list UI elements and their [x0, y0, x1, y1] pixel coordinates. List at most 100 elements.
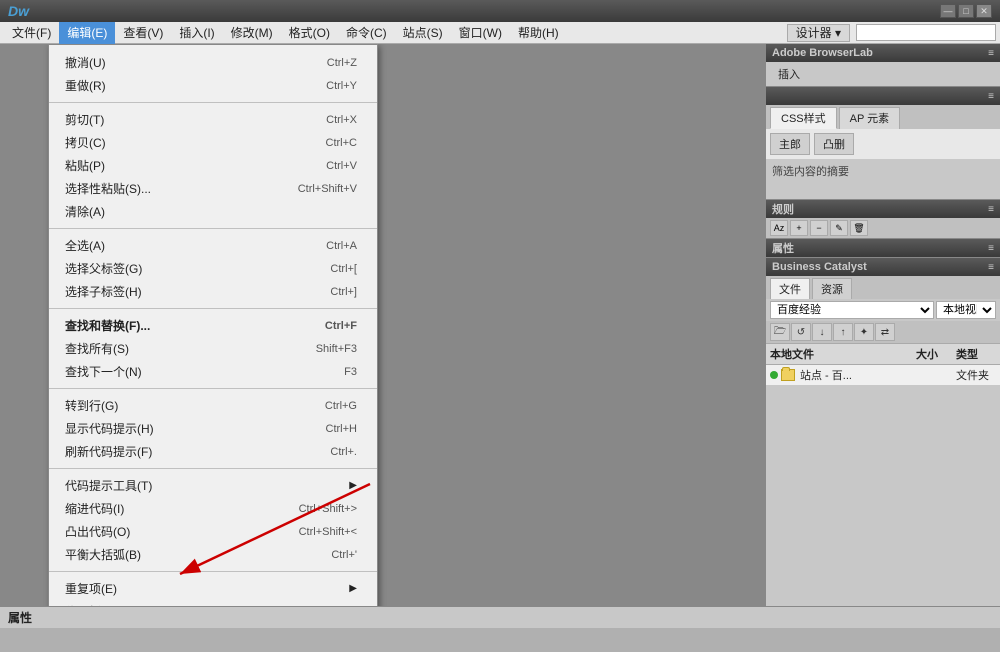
menu-insert[interactable]: 插入(I) [171, 22, 222, 44]
menu-code-hint-tools[interactable]: 代码提示工具(T) ▶ [49, 474, 377, 497]
properties-collapse[interactable]: ≡ [988, 243, 994, 254]
menu-file[interactable]: 文件(F) [4, 22, 59, 44]
css-panel-content: 主郎 凸删 [766, 129, 1000, 159]
bc-file-name: 站点 - 百... [800, 367, 916, 383]
rules-header: 规则 ≡ [766, 200, 1000, 218]
title-bar: Dw — □ ✕ [0, 0, 1000, 22]
properties-header: 属性 ≡ [766, 239, 1000, 257]
app-logo: Dw [8, 3, 29, 19]
minimize-button[interactable]: — [940, 4, 956, 18]
browser-lab-collapse[interactable]: ≡ [988, 48, 994, 59]
menu-outdent[interactable]: 凸出代码(O) Ctrl+Shift+< [49, 520, 377, 543]
properties-panel: 属性 ≡ [766, 239, 1000, 258]
menu-clear[interactable]: 清除(A) [49, 200, 377, 223]
designer-button[interactable]: 设计器 ▾ [787, 24, 850, 42]
menu-find-next[interactable]: 查找下一个(N) F3 [49, 360, 377, 383]
bc-view-select[interactable]: 本地视图 [936, 301, 996, 319]
menu-modify[interactable]: 修改(M) [223, 22, 281, 44]
rules-tool-edit[interactable]: ✎ [830, 220, 848, 236]
bc-tab-files[interactable]: 文件 [770, 278, 810, 299]
bc-tool-folder[interactable]: 🗁 [770, 323, 790, 341]
menu-find-all[interactable]: 查找所有(S) Shift+F3 [49, 337, 377, 360]
bc-col-type: 类型 [956, 346, 996, 362]
menu-undo[interactable]: 撤消(U) Ctrl+Z [49, 51, 377, 74]
css-ap-collapse[interactable]: ≡ [988, 91, 994, 102]
close-button[interactable]: ✕ [976, 4, 992, 18]
css-description: 筛选内容的摘要 [766, 159, 1000, 199]
menu-show-code-hints[interactable]: 显示代码提示(H) Ctrl+H [49, 417, 377, 440]
menu-select-all[interactable]: 全选(A) Ctrl+A [49, 234, 377, 257]
bc-file-header: 本地文件 大小 类型 [766, 344, 1000, 365]
css-btn-tushu[interactable]: 凸删 [814, 133, 854, 155]
rules-collapse[interactable]: ≡ [988, 204, 994, 215]
search-input[interactable] [856, 24, 996, 41]
bc-tool-sync[interactable]: ✦ [854, 323, 874, 341]
menu-format[interactable]: 格式(O) [281, 22, 338, 44]
menu-cut[interactable]: 剪切(T) Ctrl+X [49, 108, 377, 131]
business-catalyst-panel: Business Catalyst ≡ 文件 资源 百度经验 本地视图 🗁 ↺ … [766, 258, 1000, 606]
rules-tool-minus[interactable]: − [810, 220, 828, 236]
menu-section-3: 全选(A) Ctrl+A 选择父标签(G) Ctrl+[ 选择子标签(H) Ct… [49, 232, 377, 305]
bc-collapse[interactable]: ≡ [988, 262, 994, 273]
title-bar-left: Dw [8, 3, 29, 19]
bc-tool-expand[interactable]: ⇄ [875, 323, 895, 341]
tab-ap-elements[interactable]: AP 元素 [839, 107, 901, 129]
menu-window[interactable]: 窗口(W) [451, 22, 510, 44]
properties-title: 属性 [772, 240, 794, 256]
menu-find-replace[interactable]: 查找和替换(F)... Ctrl+F [49, 314, 377, 337]
rules-tool-az[interactable]: Az [770, 220, 788, 236]
menu-copy[interactable]: 拷贝(C) Ctrl+C [49, 131, 377, 154]
menu-section-2: 剪切(T) Ctrl+X 拷贝(C) Ctrl+C 粘贴(P) Ctrl+V 选… [49, 106, 377, 225]
tab-css-style[interactable]: CSS样式 [770, 107, 837, 129]
menu-indent[interactable]: 缩进代码(I) Ctrl+Shift+> [49, 497, 377, 520]
properties-bar: 属性 [0, 606, 1000, 628]
menu-help[interactable]: 帮助(H) [510, 22, 567, 44]
bc-toolbar: 百度经验 本地视图 [766, 299, 1000, 321]
menu-command[interactable]: 命令(C) [338, 22, 395, 44]
edit-dropdown-menu: 撤消(U) Ctrl+Z 重做(R) Ctrl+Y 剪切(T) Ctrl+X 拷… [48, 44, 378, 606]
main-layout: 撤消(U) Ctrl+Z 重做(R) Ctrl+Y 剪切(T) Ctrl+X 拷… [0, 44, 1000, 606]
rules-tool-plus[interactable]: + [790, 220, 808, 236]
browser-lab-content: 插入 [766, 62, 1000, 86]
menu-site[interactable]: 站点(S) [395, 22, 451, 44]
bc-tools: 🗁 ↺ ↓ ↑ ✦ ⇄ [766, 321, 1000, 343]
bc-title: Business Catalyst [772, 261, 867, 273]
bc-col-name: 本地文件 [770, 346, 916, 362]
menu-select-child[interactable]: 选择子标签(H) Ctrl+] [49, 280, 377, 303]
green-status-dot [770, 371, 778, 379]
bc-file-type: 文件夹 [956, 367, 996, 383]
menu-section-1: 撤消(U) Ctrl+Z 重做(R) Ctrl+Y [49, 49, 377, 99]
rules-tool-trash[interactable]: 🗑 [850, 220, 868, 236]
menu-repeat[interactable]: 重复项(E) ▶ [49, 577, 377, 600]
properties-label: 属性 [8, 609, 32, 626]
css-ap-panel: ≡ CSS样式 AP 元素 主郎 凸删 筛选内容的摘要 [766, 87, 1000, 200]
menu-select-parent[interactable]: 选择父标签(G) Ctrl+[ [49, 257, 377, 280]
bc-tab-resources[interactable]: 资源 [812, 278, 852, 299]
bc-file-row[interactable]: 站点 - 百... 文件夹 [766, 365, 1000, 385]
maximize-button[interactable]: □ [958, 4, 974, 18]
browser-lab-panel: Adobe BrowserLab ≡ 插入 [766, 44, 1000, 87]
bc-tool-refresh[interactable]: ↺ [791, 323, 811, 341]
menu-redo[interactable]: 重做(R) Ctrl+Y [49, 74, 377, 97]
menu-go-to-line[interactable]: 转到行(G) Ctrl+G [49, 394, 377, 417]
bc-tool-download[interactable]: ↓ [812, 323, 832, 341]
menu-refresh-hints[interactable]: 刷新代码提示(F) Ctrl+. [49, 440, 377, 463]
title-bar-controls: — □ ✕ [940, 4, 992, 18]
css-ap-tabs: CSS样式 AP 元素 [766, 105, 1000, 129]
browser-lab-title: Adobe BrowserLab [772, 47, 873, 59]
menu-paste[interactable]: 粘贴(P) Ctrl+V [49, 154, 377, 177]
bc-tool-upload[interactable]: ↑ [833, 323, 853, 341]
bc-tabs: 文件 资源 [766, 276, 1000, 299]
menu-edit[interactable]: 编辑(E) [59, 22, 115, 44]
bc-header: Business Catalyst ≡ [766, 258, 1000, 276]
menu-section-7: 重复项(E) ▶ 代码折叠 ▶ [49, 575, 377, 606]
menu-code-collapse[interactable]: 代码折叠 ▶ [49, 600, 377, 606]
menu-view[interactable]: 查看(V) [115, 22, 171, 44]
menu-section-4: 查找和替换(F)... Ctrl+F 查找所有(S) Shift+F3 查找下一… [49, 312, 377, 385]
css-btn-zhulang[interactable]: 主郎 [770, 133, 810, 155]
menu-bar: 文件(F) 编辑(E) 查看(V) 插入(I) 修改(M) 格式(O) 命令(C… [0, 22, 1000, 44]
bc-col-size: 大小 [916, 346, 956, 362]
menu-paste-special[interactable]: 选择性粘贴(S)... Ctrl+Shift+V [49, 177, 377, 200]
bc-site-select[interactable]: 百度经验 [770, 301, 934, 319]
menu-balance-braces[interactable]: 平衡大括弧(B) Ctrl+' [49, 543, 377, 566]
